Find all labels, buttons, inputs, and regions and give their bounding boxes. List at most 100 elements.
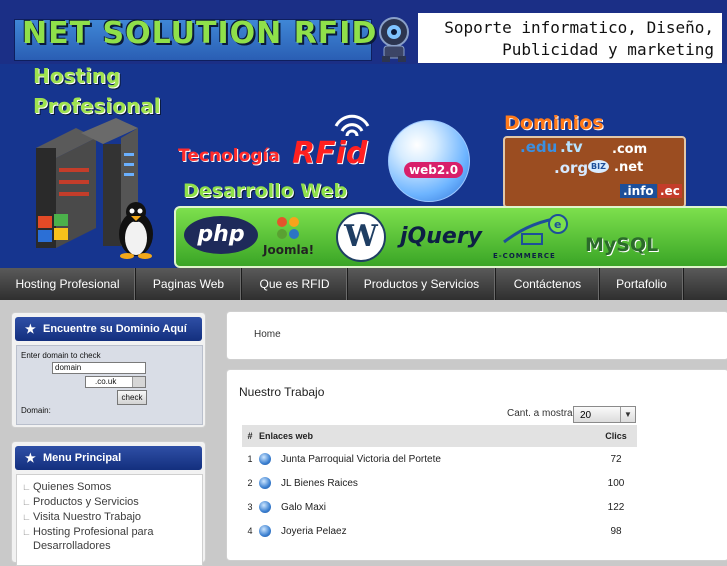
mysql-logo: MySQL: [585, 234, 659, 256]
link-clics: 98: [610, 525, 622, 537]
ecommerce-logo: E-COMMERCE: [493, 252, 556, 260]
chevron-down-icon: ▼: [620, 407, 635, 422]
row-number: 3: [247, 502, 253, 512]
link-name[interactable]: Galo Maxi: [280, 495, 595, 519]
page-title: Nuestro Trabajo: [239, 385, 325, 399]
link-clics: 100: [607, 477, 625, 489]
nav-productos[interactable]: Productos y Servicios: [348, 268, 496, 300]
link-name[interactable]: JL Bienes Raices: [280, 471, 595, 495]
domain-extension-select[interactable]: .co.uk: [85, 376, 146, 388]
our-work-panel: Nuestro Trabajo Cant. a mostrar 20 ▼ # E…: [226, 369, 727, 561]
joomla-logo: Joomla!: [263, 243, 315, 257]
globe-icon: [258, 447, 280, 471]
nav-rfid[interactable]: Que es RFID: [242, 268, 348, 300]
php-logo: php: [184, 216, 258, 254]
tld-ec: .ec: [658, 184, 682, 198]
hosting-heading-line-1: Hosting: [33, 64, 121, 88]
domain-input[interactable]: domain: [52, 362, 146, 374]
tld-org: .org: [554, 159, 589, 177]
col-clics-header[interactable]: Clics: [595, 425, 637, 447]
robot-mascot-icon: [379, 17, 409, 62]
wordpress-logo: W: [336, 212, 386, 262]
link-clics: 122: [607, 501, 625, 513]
show-count-select[interactable]: 20 ▼: [573, 406, 636, 423]
col-links-header[interactable]: Enlaces web: [258, 425, 595, 447]
menu-item-quienes-somos[interactable]: ∟ Quienes Somos: [17, 480, 202, 494]
breadcrumb-home[interactable]: Home: [254, 329, 281, 340]
domains-label: Dominios: [504, 112, 604, 134]
menu-item-label: Quienes Somos: [33, 481, 112, 493]
domain-search-panel: ★ Encuentre su Dominio Aquí Enter domain…: [11, 312, 206, 428]
ecommerce-cart-icon: e: [503, 214, 568, 245]
web20-bubble: [388, 120, 470, 202]
check-button[interactable]: check: [117, 390, 147, 405]
col-num-header: #: [242, 425, 258, 447]
star-icon: ★: [25, 322, 36, 336]
tld-com: .com: [612, 142, 648, 157]
table-row: 1 Junta Parroquial Victoria del Portete …: [242, 447, 637, 471]
nav-paginas-web[interactable]: Paginas Web: [136, 268, 242, 300]
web20-badge: web2.0: [404, 162, 464, 178]
tagline-line-2: Publicidad y marketing: [502, 40, 714, 59]
domain-check-label: Enter domain to check: [21, 351, 101, 360]
table-header-row: # Enlaces web Clics: [242, 425, 637, 447]
link-clics: 72: [610, 453, 622, 465]
rfid-tech-label: Tecnología: [178, 146, 280, 166]
globe-icon: [258, 519, 280, 543]
joomla-icon: [277, 217, 299, 239]
tld-edu: .edu: [520, 138, 558, 156]
menu-list: ∟ Quienes Somos ∟ Productos y Servicios ∟ V…: [16, 474, 203, 566]
header-banner: NET SOLUTION RFID Soporte informatico, D…: [0, 0, 727, 268]
bullet-icon: ∟: [22, 527, 31, 537]
domain-panel-header: ★ Encuentre su Dominio Aquí: [15, 317, 202, 341]
tld-tv: .tv: [560, 138, 583, 156]
menu-item-trabajo[interactable]: ∟ Visita Nuestro Trabajo: [17, 510, 202, 524]
bullet-icon: ∟: [22, 482, 31, 492]
svg-text:e: e: [554, 218, 561, 231]
tagline-box: Soporte informatico, Diseño, Publicidad …: [418, 13, 722, 63]
domain-result-label: Domain:: [21, 406, 51, 415]
links-table: # Enlaces web Clics 1 Junta Parroquial V…: [242, 425, 637, 543]
row-number: 2: [247, 478, 253, 488]
menu-item-label: Hosting Profesional para: [33, 526, 154, 538]
star-icon: ★: [25, 451, 36, 465]
menu-item-label: Desarrolladores: [33, 540, 111, 552]
menu-panel-header: ★ Menu Principal: [15, 446, 202, 470]
site-logo[interactable]: NET SOLUTION RFID: [22, 16, 377, 51]
nav-hosting[interactable]: Hosting Profesional: [0, 268, 136, 300]
tagline-line-1: Soporte informatico, Diseño,: [444, 18, 714, 37]
hosting-heading-line-2: Profesional: [33, 94, 161, 118]
tld-biz: BIZ: [588, 160, 609, 173]
menu-item-productos[interactable]: ∟ Productos y Servicios: [17, 495, 202, 509]
domain-extension-value: .co.uk: [95, 377, 117, 386]
chevron-down-icon: [132, 377, 145, 387]
main-nav: Hosting Profesional Paginas Web Que es R…: [0, 268, 727, 300]
bullet-icon: ∟: [22, 497, 31, 507]
link-name[interactable]: Joyeria Pelaez: [280, 519, 595, 543]
server-rack-illustration: [36, 118, 153, 259]
menu-item-label: Visita Nuestro Trabajo: [33, 511, 142, 523]
menu-item-hosting[interactable]: ∟ Hosting Profesional para: [17, 525, 202, 539]
row-number: 4: [247, 526, 253, 536]
menu-item-hosting-cont[interactable]: Desarrolladores: [17, 539, 202, 553]
breadcrumb-box: Home: [226, 311, 727, 360]
show-count-value: 20: [580, 410, 592, 421]
globe-icon: [258, 471, 280, 495]
web-dev-label: Desarrollo Web: [183, 180, 348, 202]
globe-icon: [258, 495, 280, 519]
table-row: 4 Joyeria Pelaez 98: [242, 519, 637, 543]
domain-form: Enter domain to check domain .co.uk chec…: [16, 345, 203, 425]
menu-item-label: Productos y Servicios: [33, 496, 139, 508]
jquery-logo: jQuery: [400, 224, 483, 249]
show-count-label: Cant. a mostrar: [507, 408, 576, 419]
link-name[interactable]: Junta Parroquial Victoria del Portete: [280, 447, 595, 471]
table-row: 2 JL Bienes Raices 100: [242, 471, 637, 495]
wireless-signal-icon: [334, 114, 370, 137]
nav-contactenos[interactable]: Contáctenos: [496, 268, 600, 300]
menu-panel-title: Menu Principal: [43, 452, 122, 464]
nav-portafolio[interactable]: Portafolio: [600, 268, 684, 300]
row-number: 1: [247, 454, 253, 464]
tld-net: .net: [614, 160, 644, 175]
tld-info: .info: [620, 184, 657, 198]
table-row: 3 Galo Maxi 122: [242, 495, 637, 519]
